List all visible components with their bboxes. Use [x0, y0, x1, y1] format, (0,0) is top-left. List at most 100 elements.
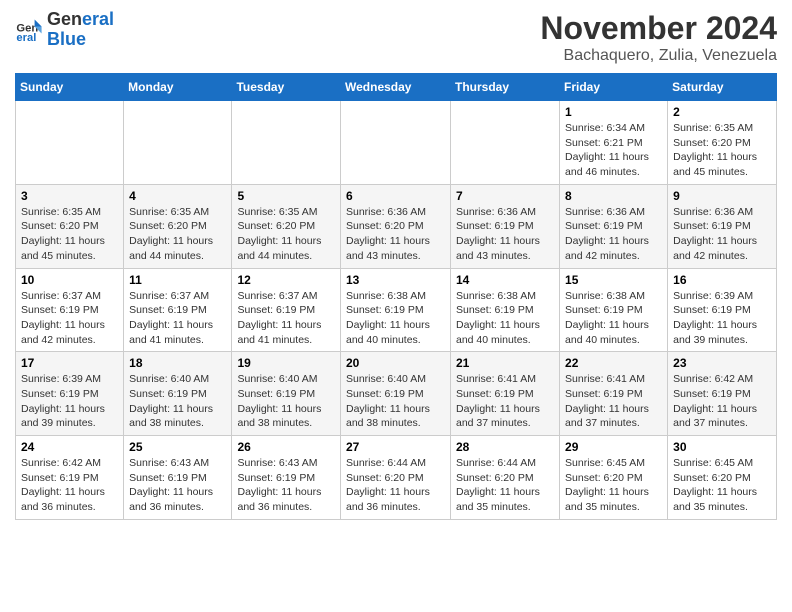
day-number: 27: [346, 440, 445, 454]
day-number: 12: [237, 273, 335, 287]
calendar-week-row: 1 Sunrise: 6:34 AM Sunset: 6:21 PM Daylig…: [16, 101, 777, 185]
day-of-week-header: Tuesday: [232, 74, 341, 101]
day-number: 10: [21, 273, 118, 287]
calendar-week-row: 3 Sunrise: 6:35 AM Sunset: 6:20 PM Daylig…: [16, 184, 777, 268]
calendar-day-cell: 1 Sunrise: 6:34 AM Sunset: 6:21 PM Daylig…: [560, 101, 668, 185]
calendar-day-cell: 7Sunrise: 6:36 AM Sunset: 6:19 PM Daylig…: [451, 184, 560, 268]
calendar-header-row: SundayMondayTuesdayWednesdayThursdayFrid…: [16, 74, 777, 101]
day-number: 22: [565, 356, 662, 370]
logo-text: General Blue: [47, 10, 114, 50]
day-number: 18: [129, 356, 226, 370]
calendar-day-cell: 18 Sunrise: 6:40 AM Sunset: 6:19 PM Dayli…: [124, 352, 232, 436]
calendar-day-cell: 23 Sunrise: 6:42 AM Sunset: 6:19 PM Dayli…: [668, 352, 777, 436]
svg-text:eral: eral: [16, 32, 36, 44]
day-number: 14: [456, 273, 554, 287]
day-info: Sunrise: 6:40 AM Sunset: 6:19 PM Dayligh…: [346, 372, 445, 431]
calendar-table: SundayMondayTuesdayWednesdayThursdayFrid…: [15, 73, 777, 520]
day-number: 3: [21, 189, 118, 203]
day-number: 13: [346, 273, 445, 287]
calendar-day-cell: 10 Sunrise: 6:37 AM Sunset: 6:19 PM Dayli…: [16, 268, 124, 352]
day-of-week-header: Wednesday: [341, 74, 451, 101]
calendar-day-cell: 15 Sunrise: 6:38 AM Sunset: 6:19 PM Dayli…: [560, 268, 668, 352]
day-info: Sunrise: 6:44 AM Sunset: 6:20 PM Dayligh…: [456, 456, 554, 515]
day-info: Sunrise: 6:41 AM Sunset: 6:19 PM Dayligh…: [456, 372, 554, 431]
calendar-day-cell: 16 Sunrise: 6:39 AM Sunset: 6:19 PM Dayli…: [668, 268, 777, 352]
day-number: 28: [456, 440, 554, 454]
day-info: Sunrise: 6:35 AM Sunset: 6:20 PM Dayligh…: [673, 121, 771, 180]
calendar-day-cell: 9 Sunrise: 6:36 AM Sunset: 6:19 PM Daylig…: [668, 184, 777, 268]
day-info: Sunrise: 6:40 AM Sunset: 6:19 PM Dayligh…: [129, 372, 226, 431]
day-number: 8: [565, 189, 662, 203]
day-info: Sunrise: 6:38 AM Sunset: 6:19 PM Dayligh…: [346, 289, 445, 348]
calendar-day-cell: [341, 101, 451, 185]
calendar-day-cell: 20 Sunrise: 6:40 AM Sunset: 6:19 PM Dayli…: [341, 352, 451, 436]
day-number: 7: [456, 189, 554, 203]
calendar-day-cell: 27Sunrise: 6:44 AM Sunset: 6:20 PM Dayli…: [341, 436, 451, 520]
day-number: 26: [237, 440, 335, 454]
calendar-day-cell: 29 Sunrise: 6:45 AM Sunset: 6:20 PM Dayli…: [560, 436, 668, 520]
day-info: Sunrise: 6:36 AM Sunset: 6:19 PM Dayligh…: [565, 205, 662, 264]
calendar-day-cell: 2 Sunrise: 6:35 AM Sunset: 6:20 PM Daylig…: [668, 101, 777, 185]
day-info: Sunrise: 6:34 AM Sunset: 6:21 PM Dayligh…: [565, 121, 662, 180]
calendar-day-cell: 28 Sunrise: 6:44 AM Sunset: 6:20 PM Dayli…: [451, 436, 560, 520]
day-info: Sunrise: 6:37 AM Sunset: 6:19 PM Dayligh…: [237, 289, 335, 348]
calendar-day-cell: 17Sunrise: 6:39 AM Sunset: 6:19 PM Dayli…: [16, 352, 124, 436]
day-info: Sunrise: 6:35 AM Sunset: 6:20 PM Dayligh…: [21, 205, 118, 264]
subtitle: Bachaquero, Zulia, Venezuela: [540, 47, 777, 65]
day-number: 6: [346, 189, 445, 203]
calendar-day-cell: [16, 101, 124, 185]
day-number: 24: [21, 440, 118, 454]
calendar-day-cell: 13 Sunrise: 6:38 AM Sunset: 6:19 PM Dayli…: [341, 268, 451, 352]
day-info: Sunrise: 6:43 AM Sunset: 6:19 PM Dayligh…: [237, 456, 335, 515]
calendar-day-cell: 30 Sunrise: 6:45 AM Sunset: 6:20 PM Dayli…: [668, 436, 777, 520]
day-info: Sunrise: 6:36 AM Sunset: 6:19 PM Dayligh…: [673, 205, 771, 264]
day-number: 21: [456, 356, 554, 370]
day-info: Sunrise: 6:40 AM Sunset: 6:19 PM Dayligh…: [237, 372, 335, 431]
day-of-week-header: Saturday: [668, 74, 777, 101]
calendar-day-cell: 25 Sunrise: 6:43 AM Sunset: 6:19 PM Dayli…: [124, 436, 232, 520]
day-number: 16: [673, 273, 771, 287]
day-info: Sunrise: 6:43 AM Sunset: 6:19 PM Dayligh…: [129, 456, 226, 515]
day-info: Sunrise: 6:35 AM Sunset: 6:20 PM Dayligh…: [129, 205, 226, 264]
day-info: Sunrise: 6:45 AM Sunset: 6:20 PM Dayligh…: [565, 456, 662, 515]
page-header: Gen eral General Blue November 2024 Bach…: [15, 10, 777, 65]
day-number: 29: [565, 440, 662, 454]
calendar-week-row: 24Sunrise: 6:42 AM Sunset: 6:19 PM Dayli…: [16, 436, 777, 520]
day-info: Sunrise: 6:39 AM Sunset: 6:19 PM Dayligh…: [673, 289, 771, 348]
day-number: 17: [21, 356, 118, 370]
calendar-day-cell: 11Sunrise: 6:37 AM Sunset: 6:19 PM Dayli…: [124, 268, 232, 352]
day-number: 30: [673, 440, 771, 454]
calendar-day-cell: [232, 101, 341, 185]
calendar-day-cell: 21 Sunrise: 6:41 AM Sunset: 6:19 PM Dayli…: [451, 352, 560, 436]
day-number: 15: [565, 273, 662, 287]
calendar-day-cell: [451, 101, 560, 185]
day-number: 1: [565, 105, 662, 119]
calendar-week-row: 10 Sunrise: 6:37 AM Sunset: 6:19 PM Dayli…: [16, 268, 777, 352]
day-number: 23: [673, 356, 771, 370]
day-number: 9: [673, 189, 771, 203]
calendar-day-cell: 14 Sunrise: 6:38 AM Sunset: 6:19 PM Dayli…: [451, 268, 560, 352]
calendar-day-cell: 24Sunrise: 6:42 AM Sunset: 6:19 PM Dayli…: [16, 436, 124, 520]
day-number: 25: [129, 440, 226, 454]
day-info: Sunrise: 6:38 AM Sunset: 6:19 PM Dayligh…: [565, 289, 662, 348]
day-info: Sunrise: 6:37 AM Sunset: 6:19 PM Dayligh…: [129, 289, 226, 348]
calendar-day-cell: 3 Sunrise: 6:35 AM Sunset: 6:20 PM Daylig…: [16, 184, 124, 268]
calendar-week-row: 17Sunrise: 6:39 AM Sunset: 6:19 PM Dayli…: [16, 352, 777, 436]
day-info: Sunrise: 6:38 AM Sunset: 6:19 PM Dayligh…: [456, 289, 554, 348]
day-info: Sunrise: 6:42 AM Sunset: 6:19 PM Dayligh…: [673, 372, 771, 431]
calendar-day-cell: 8 Sunrise: 6:36 AM Sunset: 6:19 PM Daylig…: [560, 184, 668, 268]
day-info: Sunrise: 6:35 AM Sunset: 6:20 PM Dayligh…: [237, 205, 335, 264]
calendar-day-cell: 5 Sunrise: 6:35 AM Sunset: 6:20 PM Daylig…: [232, 184, 341, 268]
day-number: 5: [237, 189, 335, 203]
day-info: Sunrise: 6:41 AM Sunset: 6:19 PM Dayligh…: [565, 372, 662, 431]
day-of-week-header: Friday: [560, 74, 668, 101]
day-number: 20: [346, 356, 445, 370]
day-of-week-header: Sunday: [16, 74, 124, 101]
title-block: November 2024 Bachaquero, Zulia, Venezue…: [540, 10, 777, 65]
day-info: Sunrise: 6:36 AM Sunset: 6:20 PM Dayligh…: [346, 205, 445, 264]
day-number: 19: [237, 356, 335, 370]
logo: Gen eral General Blue: [15, 10, 114, 50]
day-number: 2: [673, 105, 771, 119]
day-info: Sunrise: 6:45 AM Sunset: 6:20 PM Dayligh…: [673, 456, 771, 515]
day-info: Sunrise: 6:37 AM Sunset: 6:19 PM Dayligh…: [21, 289, 118, 348]
